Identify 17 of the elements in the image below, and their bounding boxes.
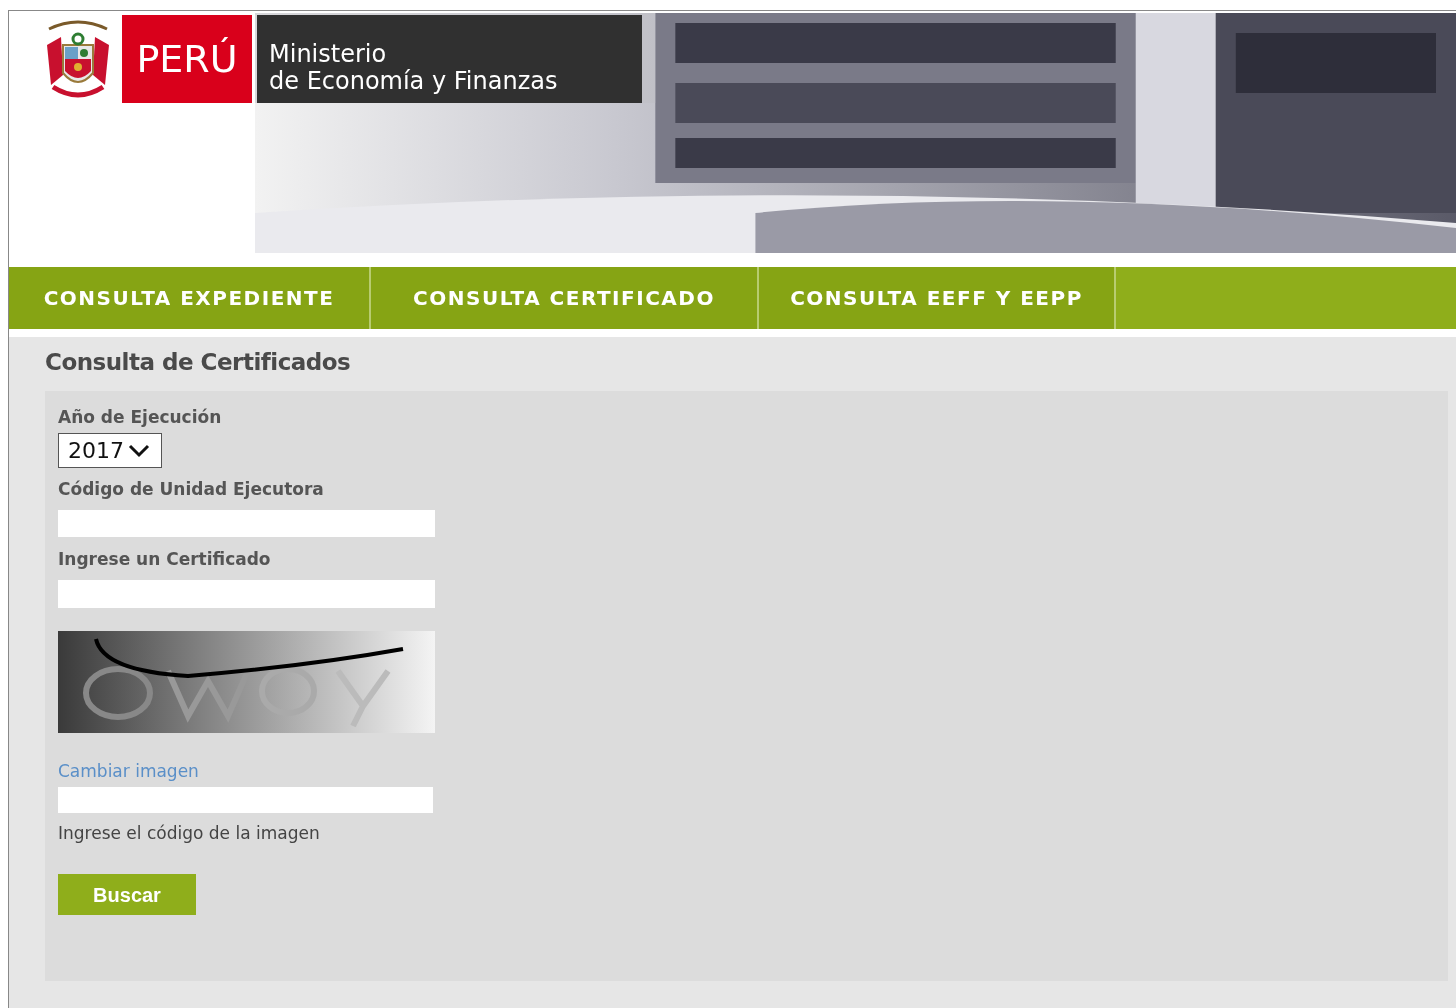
- input-field[interactable]: [58, 786, 433, 813]
- nav-tab[interactable]: CONSULTA CERTIFICADO: [371, 267, 759, 329]
- input-field[interactable]: [58, 510, 435, 537]
- field-label: Año de Ejecución: [58, 406, 222, 429]
- hint-text: Ingrese el código de la imagen: [58, 821, 320, 845]
- change-image-link[interactable]: Cambiar imagen: [58, 759, 199, 785]
- chevron-down-icon: [128, 443, 150, 458]
- country-label: PERÚ: [122, 15, 252, 103]
- input-field[interactable]: [58, 580, 435, 608]
- field-label: Código de Unidad Ejecutora: [58, 478, 324, 501]
- ministry-label: Ministerio de Economía y Finanzas: [257, 15, 642, 103]
- page-title: Consulta de Certificados: [45, 348, 352, 377]
- year-select[interactable]: 2017: [58, 433, 162, 468]
- search-button[interactable]: Buscar: [58, 874, 196, 915]
- field-label: Ingrese un Certificado: [58, 548, 271, 571]
- nav-tab[interactable]: CONSULTA EXPEDIENTE: [9, 267, 371, 329]
- nav-tab[interactable]: CONSULTA EEFF Y EEPP: [759, 267, 1116, 329]
